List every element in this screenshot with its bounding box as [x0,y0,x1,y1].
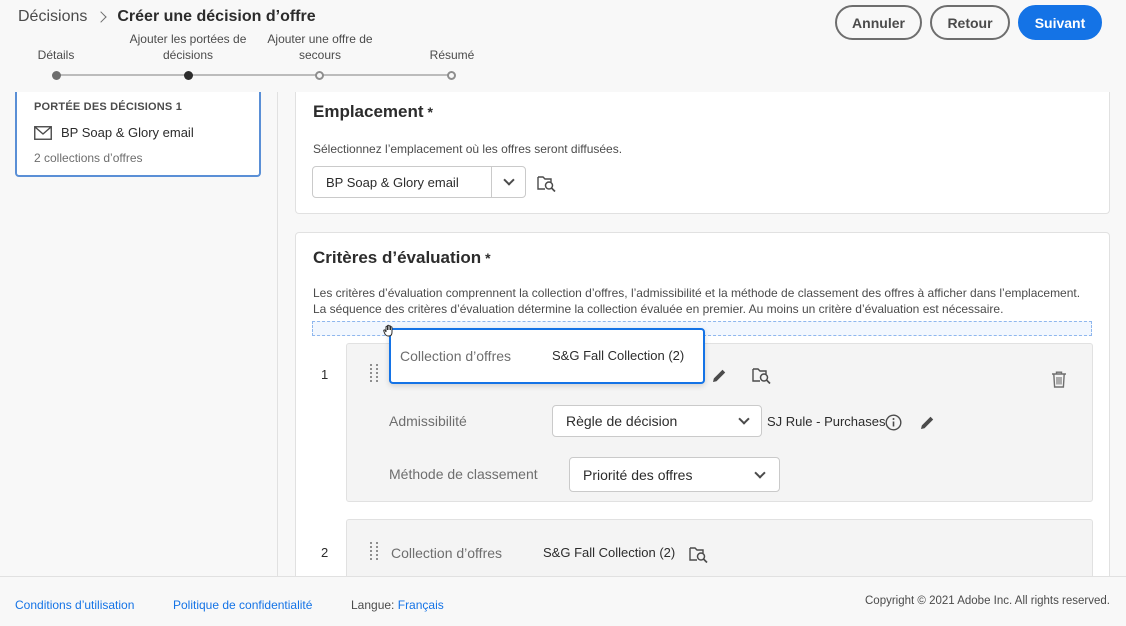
page-footer: Conditions d’utilisation Politique de co… [0,576,1126,626]
language-value[interactable]: Français [398,598,444,612]
step-dot-todo [447,71,456,80]
info-icon [884,413,902,431]
placement-select-value: BP Soap & Glory email [326,174,459,190]
required-marker: * [485,250,491,266]
back-button[interactable]: Retour [930,5,1010,40]
criteria-description-1: Les critères d’évaluation comprennent la… [313,286,1081,300]
criteria-title-text: Critères d’évaluation [313,248,482,267]
chevron-down-icon [741,466,779,479]
delete-criterion-button[interactable] [1050,370,1068,388]
eligibility-label: Admissibilité [389,413,467,429]
ranking-label: Méthode de classement [389,466,538,482]
trash-icon [1052,371,1066,388]
ranking-select-value: Priorité des offres [583,466,693,483]
step-label-details[interactable]: Détails [0,47,121,63]
pencil-icon [712,369,725,382]
cancel-button[interactable]: Annuler [835,5,922,40]
breadcrumb: Décisions Créer une décision d’offre [18,8,316,26]
grab-cursor-icon [383,324,393,337]
folder-search-icon [536,176,556,192]
pencil-icon [920,416,933,429]
placement-select[interactable]: BP Soap & Glory email [312,166,526,198]
step-line-done [60,74,188,76]
placement-title: Emplacement * [313,102,433,122]
collection-value: S&G Fall Collection (2) [543,545,676,560]
drag-handle-icon[interactable] [370,364,379,382]
rule-info-button[interactable] [884,413,902,431]
eligibility-select-value: Règle de décision [566,413,678,429]
decision-scope-card[interactable]: PORTÉE DES DÉCISIONS 1 BP Soap & Glory e… [15,92,261,177]
required-marker: * [427,104,433,120]
ranking-select[interactable]: Priorité des offres [569,457,780,492]
eligibility-select[interactable]: Règle de décision [552,405,762,437]
scope-item: BP Soap & Glory email [34,125,194,140]
terms-link[interactable]: Conditions d’utilisation [15,598,134,612]
criteria-description-2: La séquence des critères d’évaluation dé… [313,302,1004,316]
breadcrumb-root[interactable]: Décisions [18,8,87,26]
language-selector[interactable]: Langue: Français [351,598,444,612]
criterion-number: 2 [321,545,329,560]
collection-label: Collection d’offres [400,348,512,364]
scope-collections-count: 2 collections d’offres [34,151,143,165]
edit-rule-button[interactable] [917,413,937,431]
privacy-link[interactable]: Politique de confidentialité [173,598,312,612]
copyright: Copyright © 2021 Adobe Inc. All rights r… [865,595,1110,607]
criteria-title: Critères d’évaluation * [313,248,491,268]
collection-label: Collection d’offres [391,545,503,561]
chevron-down-icon [727,413,761,425]
step-dot-current [184,71,193,80]
chevron-down-icon[interactable] [491,167,525,197]
rule-name: SJ Rule - Purchases [767,414,886,429]
step-label-scopes[interactable]: Ajouter les portées de décisions [123,31,253,63]
folder-search-icon [751,368,771,384]
mail-icon [34,125,52,140]
step-dot-done [52,71,61,80]
language-label: Langue: [351,598,395,612]
placement-title-text: Emplacement [313,102,424,121]
chevron-right-icon [95,11,108,23]
step-dot-todo [315,71,324,80]
folder-search-icon [688,547,708,563]
step-label-fallback[interactable]: Ajouter une offre de secours [255,31,385,63]
page-header: Décisions Créer une décision d’offre Dét… [0,0,1126,92]
next-button[interactable]: Suivant [1018,5,1102,40]
browse-collection-button[interactable] [688,545,708,563]
criterion-number: 1 [321,367,329,382]
browse-placement-button[interactable] [536,173,556,193]
edit-collection-button[interactable] [709,366,729,384]
scope-item-label: BP Soap & Glory email [61,125,194,140]
step-label-summary[interactable]: Résumé [387,47,517,63]
scope-title: PORTÉE DES DÉCISIONS 1 [34,101,183,113]
drag-handle-icon[interactable] [370,542,379,560]
browse-collection-button[interactable] [751,366,771,384]
placement-description: Sélectionnez l’emplacement où les offres… [313,142,623,156]
page-title: Créer une décision d’offre [117,8,316,25]
collection-value: S&G Fall Collection (2) [552,348,685,363]
